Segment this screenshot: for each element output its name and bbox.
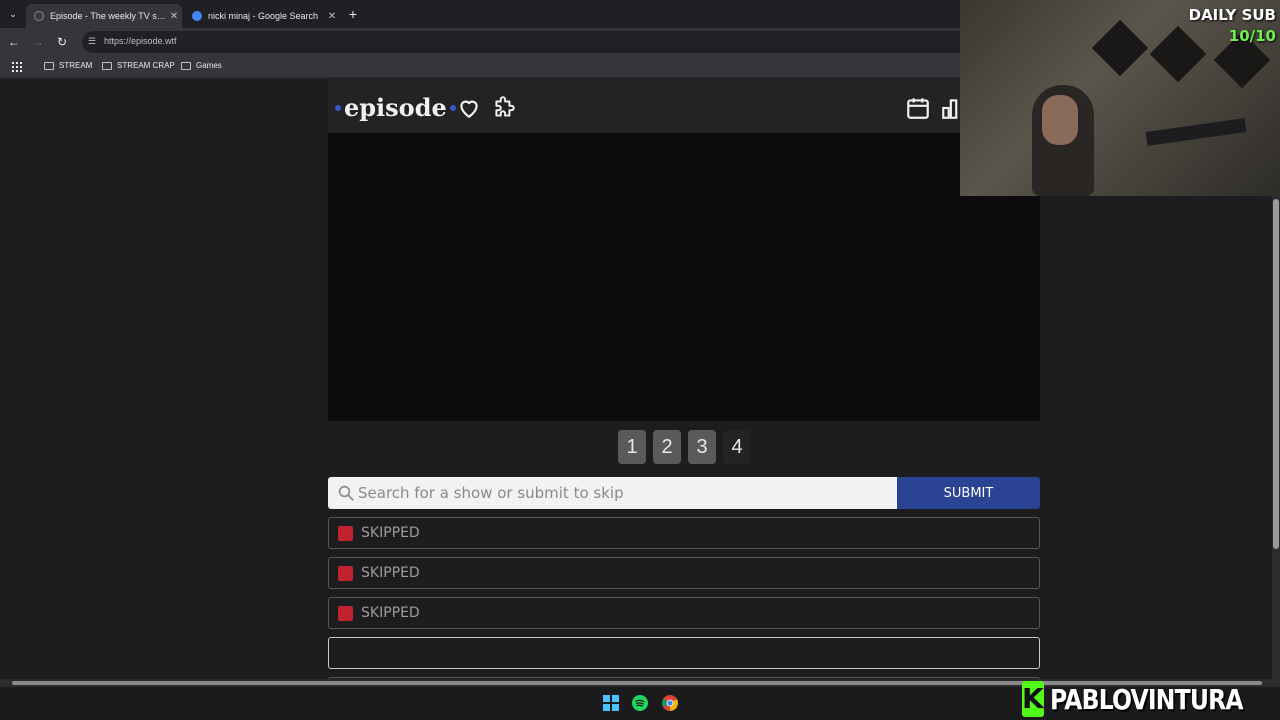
site-logo[interactable]: episode bbox=[332, 93, 459, 122]
guess-row-4-empty bbox=[328, 637, 1040, 669]
bookmark-stream[interactable]: STREAM bbox=[44, 61, 92, 70]
vertical-scroll-thumb[interactable] bbox=[1273, 199, 1279, 549]
streamer-face bbox=[1042, 95, 1078, 145]
tab-title: Episode - The weekly TV show g bbox=[50, 11, 166, 21]
apps-grid-icon[interactable] bbox=[12, 62, 22, 72]
folder-icon bbox=[181, 61, 191, 70]
site-info-icon[interactable]: ☰ bbox=[88, 36, 99, 47]
step-1-button[interactable]: 1 bbox=[618, 430, 646, 464]
tab-title: nicki minaj - Google Search bbox=[208, 11, 319, 21]
site-header: episode bbox=[328, 79, 1040, 133]
reload-icon[interactable]: ↻ bbox=[54, 34, 70, 50]
guess-row-3: SKIPPED bbox=[328, 597, 1040, 629]
back-arrow-icon[interactable]: ← bbox=[6, 34, 22, 50]
tab-episode[interactable]: Episode - The weekly TV show g ✕ bbox=[26, 4, 182, 28]
close-tab-icon[interactable]: ✕ bbox=[166, 11, 182, 22]
address-bar[interactable]: ☰ https://episode.wtf bbox=[82, 31, 1082, 53]
bookmark-label: STREAM bbox=[59, 61, 93, 70]
spotify-icon[interactable] bbox=[632, 695, 648, 711]
search-input[interactable] bbox=[358, 477, 893, 509]
guess-label: SKIPPED bbox=[361, 525, 420, 541]
bookmark-stream-crap[interactable]: STREAM CRAP bbox=[102, 61, 175, 70]
calendar-icon[interactable] bbox=[905, 95, 931, 121]
acoustic-panel bbox=[1091, 19, 1149, 77]
step-2-button[interactable]: 2 bbox=[653, 430, 681, 464]
bookmark-games[interactable]: Games bbox=[181, 61, 222, 70]
windows-start-icon[interactable] bbox=[603, 695, 619, 711]
search-box bbox=[328, 477, 897, 509]
folder-icon bbox=[102, 61, 112, 70]
microphone-arm bbox=[1145, 118, 1247, 146]
new-tab-button[interactable]: + bbox=[345, 6, 361, 22]
daily-sub-count: 10/10 bbox=[1228, 27, 1276, 45]
folder-icon bbox=[44, 61, 54, 70]
puzzle-piece-icon[interactable] bbox=[491, 95, 517, 121]
logo-text: episode bbox=[344, 93, 447, 122]
streamer-name: PABLOVINTURA bbox=[1049, 682, 1244, 716]
step-4-button[interactable]: 4 bbox=[723, 430, 751, 464]
logo-dot-left bbox=[335, 104, 341, 111]
guess-label: SKIPPED bbox=[361, 565, 420, 581]
tab-list-chevron-icon[interactable]: ⌄ bbox=[5, 6, 21, 22]
daily-sub-label: DAILY SUB bbox=[1188, 6, 1276, 24]
heart-icon[interactable] bbox=[456, 95, 482, 121]
guess-row-1: SKIPPED bbox=[328, 517, 1040, 549]
google-favicon-icon bbox=[192, 11, 202, 21]
bookmark-label: STREAM CRAP bbox=[117, 61, 175, 70]
skipped-status-icon bbox=[338, 606, 353, 621]
guess-label: SKIPPED bbox=[361, 605, 420, 621]
url-text: https://episode.wtf bbox=[104, 36, 177, 46]
bookmark-label: Games bbox=[196, 61, 222, 70]
skipped-status-icon bbox=[338, 566, 353, 581]
video-clip-player[interactable] bbox=[328, 133, 1040, 421]
forward-arrow-icon[interactable]: → bbox=[30, 34, 46, 50]
logo-dot-right bbox=[449, 104, 456, 111]
close-tab-icon[interactable]: ✕ bbox=[324, 11, 340, 22]
chrome-icon[interactable] bbox=[662, 695, 678, 711]
guess-row-2: SKIPPED bbox=[328, 557, 1040, 589]
tab-google-search[interactable]: nicki minaj - Google Search ✕ bbox=[184, 4, 340, 28]
search-icon bbox=[338, 485, 354, 501]
kick-logo-icon: K bbox=[1022, 681, 1044, 717]
skipped-status-icon bbox=[338, 526, 353, 541]
submit-button[interactable]: SUBMIT bbox=[897, 477, 1040, 509]
episode-favicon-icon bbox=[34, 11, 44, 21]
step-3-button[interactable]: 3 bbox=[688, 430, 716, 464]
clip-step-selector: 1 2 3 4 bbox=[618, 430, 751, 464]
streamer-brand-banner: K PABLOVINTURA bbox=[1022, 680, 1274, 718]
